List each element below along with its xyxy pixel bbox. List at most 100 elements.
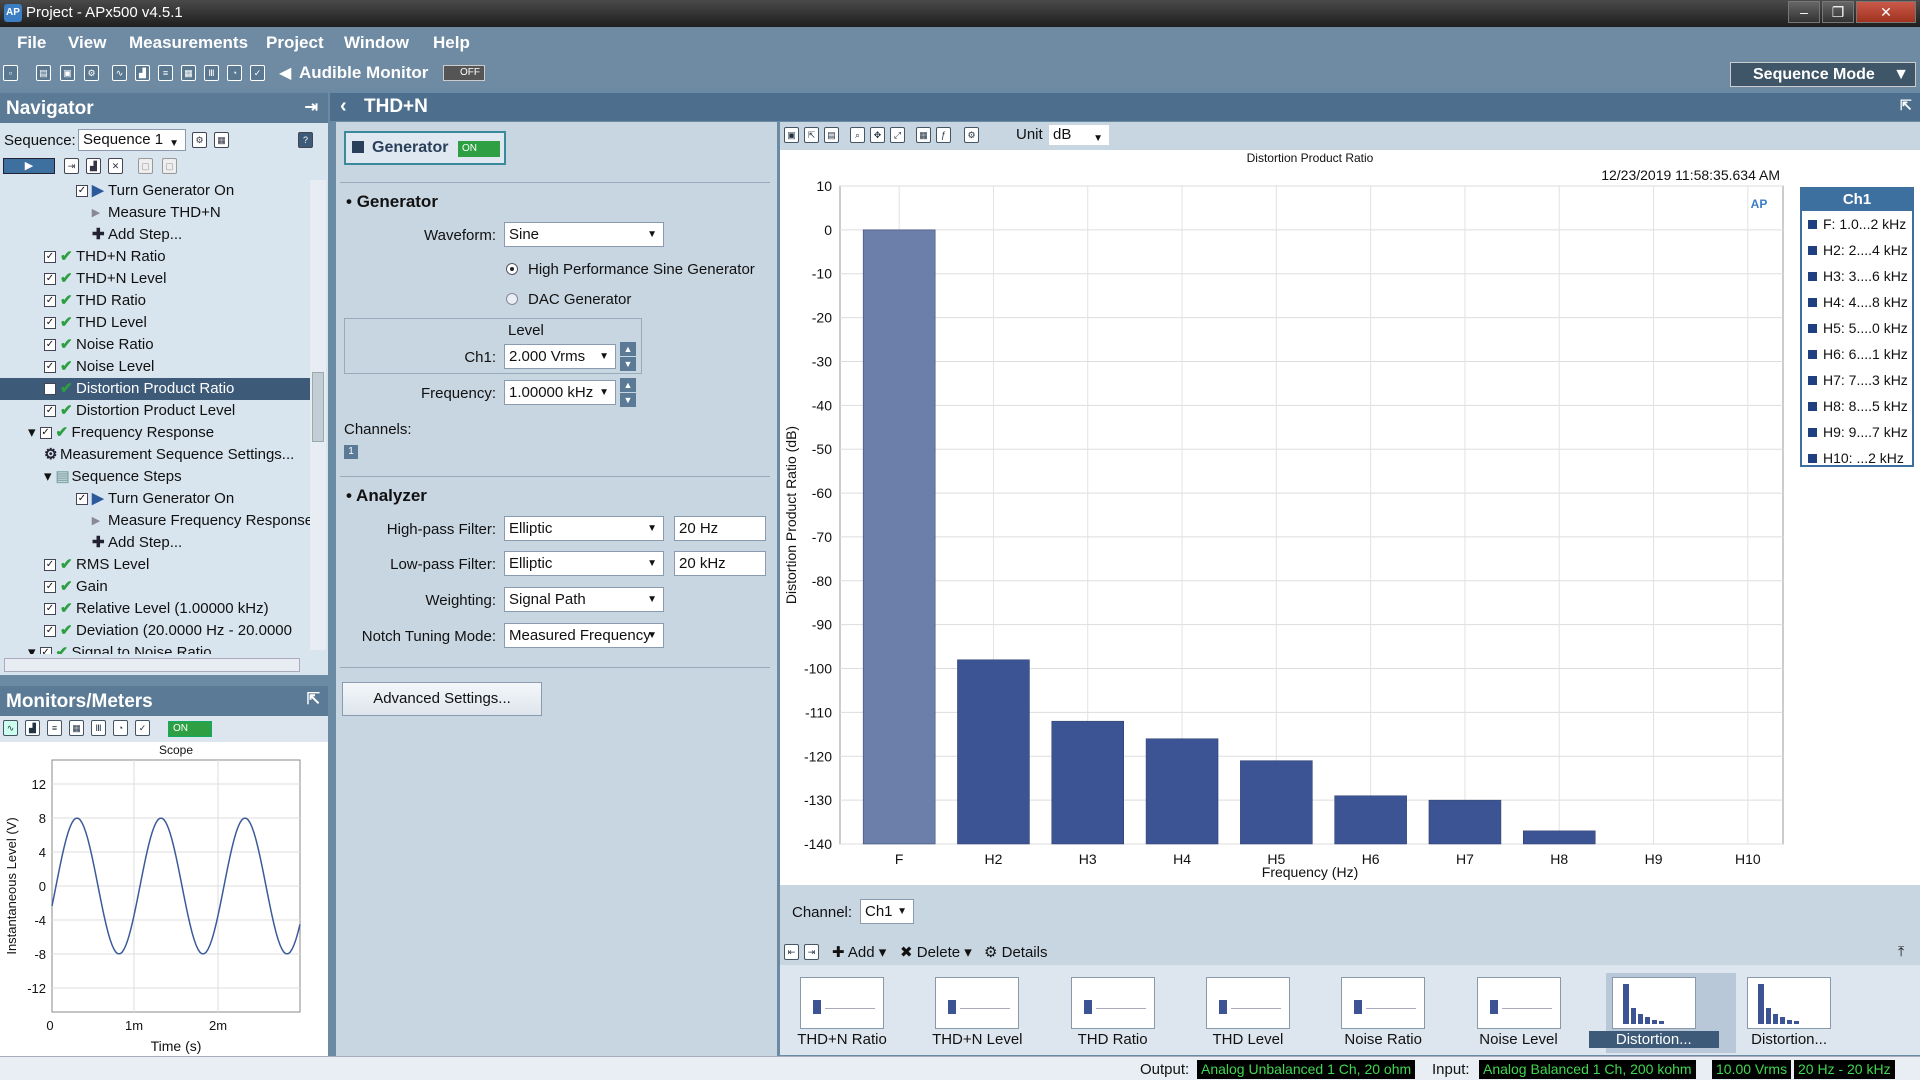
- popout-icon[interactable]: ⇱: [1900, 97, 1912, 114]
- checkbox[interactable]: ✓: [44, 603, 56, 616]
- navigator-hscrollbar[interactable]: [4, 658, 300, 672]
- radio-dac[interactable]: [506, 293, 518, 305]
- meter-icon[interactable]: ≡: [158, 65, 173, 81]
- back-chevron-icon[interactable]: ‹: [340, 95, 347, 118]
- run-step-icon[interactable]: ⇥: [64, 158, 79, 174]
- open-project-icon[interactable]: ▤: [36, 65, 51, 81]
- tree-item[interactable]: ✓ ✔ THD+N Level: [0, 268, 310, 290]
- run-sequence-button[interactable]: ▶: [3, 158, 55, 174]
- result-thumbnail[interactable]: [1747, 977, 1832, 1029]
- add-result-button[interactable]: ✚ Add ▾: [832, 943, 886, 961]
- tree-item[interactable]: ✓ ✔ RMS Level: [0, 554, 310, 576]
- sequence-select[interactable]: Sequence 1 ▼: [78, 129, 186, 151]
- save-project-icon[interactable]: ▣: [60, 65, 75, 81]
- level-value[interactable]: 10.00 Vrms: [1712, 1060, 1792, 1079]
- notch-tuning-select[interactable]: Measured Frequency ▼: [504, 623, 664, 648]
- legend-item[interactable]: H9: 9....7 kHz: [1800, 419, 1914, 445]
- tree-item[interactable]: ✓ ✔ Noise Ratio: [0, 334, 310, 356]
- tree-item[interactable]: ⚙ Measurement Sequence Settings...: [0, 444, 310, 466]
- checkbox[interactable]: ✓: [76, 185, 88, 198]
- checkbox[interactable]: ✓: [39, 647, 52, 654]
- result-thumbnail[interactable]: [800, 977, 884, 1029]
- result-thumbnail[interactable]: [1070, 977, 1155, 1029]
- fft-icon[interactable]: ▟: [135, 65, 150, 81]
- tree-item[interactable]: ▾ ✓ ✔ Frequency Response: [0, 422, 310, 444]
- sequence-report-icon[interactable]: ▦: [214, 132, 229, 148]
- result-thumbnail-label[interactable]: THD Ratio: [1048, 1031, 1178, 1048]
- waveform-select[interactable]: Sine ▼: [504, 222, 664, 247]
- help-icon[interactable]: ?: [298, 132, 313, 148]
- paste-icon[interactable]: ▢: [162, 158, 177, 174]
- legend-item[interactable]: H8: 8....5 kHz: [1800, 393, 1914, 419]
- checkbox[interactable]: ✓: [44, 273, 56, 286]
- display-icon[interactable]: ▦: [181, 65, 196, 81]
- export-graph-icon[interactable]: ⇱: [804, 127, 819, 143]
- menu-help[interactable]: Help: [433, 33, 470, 53]
- bandwidth-value[interactable]: 20 Hz - 20 kHz: [1794, 1060, 1895, 1079]
- radio-high-performance[interactable]: [506, 263, 518, 275]
- menu-file[interactable]: File: [17, 33, 46, 53]
- delete-result-button[interactable]: ✖ Delete ▾: [900, 943, 972, 961]
- bar-meter-icon[interactable]: Ⅲ: [204, 65, 219, 81]
- checkbox[interactable]: ✓: [44, 361, 56, 374]
- tree-item[interactable]: ✓ ✔ THD+N Ratio: [0, 246, 310, 268]
- minimize-button[interactable]: –: [1788, 1, 1820, 23]
- result-thumbnail-label[interactable]: THD+N Ratio: [777, 1031, 907, 1048]
- first-result-icon[interactable]: ⇤: [784, 944, 799, 960]
- meter-icon[interactable]: ≡: [47, 720, 62, 736]
- new-project-icon[interactable]: ▫: [3, 65, 18, 81]
- menu-window[interactable]: Window: [344, 33, 409, 53]
- navigator-scrollbar[interactable]: [310, 180, 326, 650]
- maximize-button[interactable]: ❐: [1822, 1, 1854, 23]
- close-button[interactable]: ✕: [1856, 1, 1916, 23]
- tree-item[interactable]: ▾ ✓ ✔ Signal to Noise Ratio: [0, 642, 310, 654]
- tree-item[interactable]: ✓ ✔ THD Ratio: [0, 290, 310, 312]
- checkbox[interactable]: ✓: [44, 581, 56, 594]
- sequence-settings-icon[interactable]: ⚙: [192, 132, 207, 148]
- delete-icon[interactable]: ✕: [108, 158, 123, 174]
- channel-1-badge[interactable]: 1: [344, 445, 358, 459]
- tree-item[interactable]: ▸ Measure Frequency Response: [0, 510, 310, 532]
- tree-item[interactable]: ▾ ▤ Sequence Steps: [0, 466, 310, 488]
- legend-item[interactable]: H4: 4....8 kHz: [1800, 289, 1914, 315]
- result-thumbnail-label[interactable]: Distortion...: [1588, 1031, 1719, 1048]
- graph-settings-icon[interactable]: ⚙: [964, 127, 979, 143]
- tree-item[interactable]: ✓ ▶ Turn Generator On: [0, 180, 310, 202]
- generator-button[interactable]: Generator ON: [344, 131, 506, 165]
- display-icon[interactable]: ▦: [69, 720, 84, 736]
- lowpass-frequency-input[interactable]: 20 kHz: [674, 551, 766, 576]
- settings-icon[interactable]: ⚙: [84, 65, 99, 81]
- checkbox[interactable]: ✓: [44, 317, 56, 330]
- legend-item[interactable]: H6: 6....1 kHz: [1800, 341, 1914, 367]
- result-thumbnail-label[interactable]: Noise Ratio: [1318, 1031, 1448, 1048]
- monitors-toggle[interactable]: ON: [168, 721, 212, 737]
- highpass-frequency-input[interactable]: 20 Hz: [674, 516, 766, 541]
- input-value[interactable]: Analog Balanced 1 Ch, 200 kohm: [1479, 1060, 1696, 1079]
- checkbox[interactable]: ✓: [44, 295, 56, 308]
- tree-item[interactable]: ✓ ✔ Deviation (20.0000 Hz - 20.0000: [0, 620, 310, 642]
- table-view-icon[interactable]: ▦: [916, 127, 931, 143]
- bar-meter-icon[interactable]: Ⅲ: [91, 720, 106, 736]
- print-icon[interactable]: ▤: [824, 127, 839, 143]
- advanced-settings-button[interactable]: Advanced Settings...: [342, 682, 542, 716]
- scope-icon[interactable]: ∿: [3, 720, 18, 736]
- expand-arrow-icon[interactable]: ▾: [28, 424, 36, 441]
- legend-item[interactable]: H3: 3....6 kHz: [1800, 263, 1914, 289]
- pin-icon[interactable]: ⇥: [305, 97, 318, 117]
- channel-select[interactable]: Ch1 ▼: [860, 899, 914, 924]
- result-thumbnail[interactable]: [1205, 977, 1290, 1029]
- clock-icon[interactable]: ◔: [113, 720, 128, 736]
- result-thumbnail[interactable]: [935, 977, 1020, 1029]
- result-thumbnail-label[interactable]: Noise Level: [1454, 1031, 1584, 1048]
- frequency-input[interactable]: 1.00000 kHz ▼: [504, 380, 616, 405]
- frequency-step-up-icon[interactable]: ▲: [620, 378, 636, 392]
- fft-icon[interactable]: ▟: [25, 720, 40, 736]
- generator-toggle[interactable]: ON: [458, 141, 500, 157]
- expand-arrow-icon[interactable]: ▾: [44, 468, 52, 485]
- zoom-icon[interactable]: ⌕: [850, 127, 865, 143]
- unit-select[interactable]: dB ▼: [1048, 124, 1110, 146]
- ch1-step-up-icon[interactable]: ▲: [620, 342, 636, 356]
- pan-icon[interactable]: ✥: [870, 127, 885, 143]
- popout-icon[interactable]: ⇱: [307, 689, 320, 709]
- copy-icon[interactable]: ▢: [138, 158, 153, 174]
